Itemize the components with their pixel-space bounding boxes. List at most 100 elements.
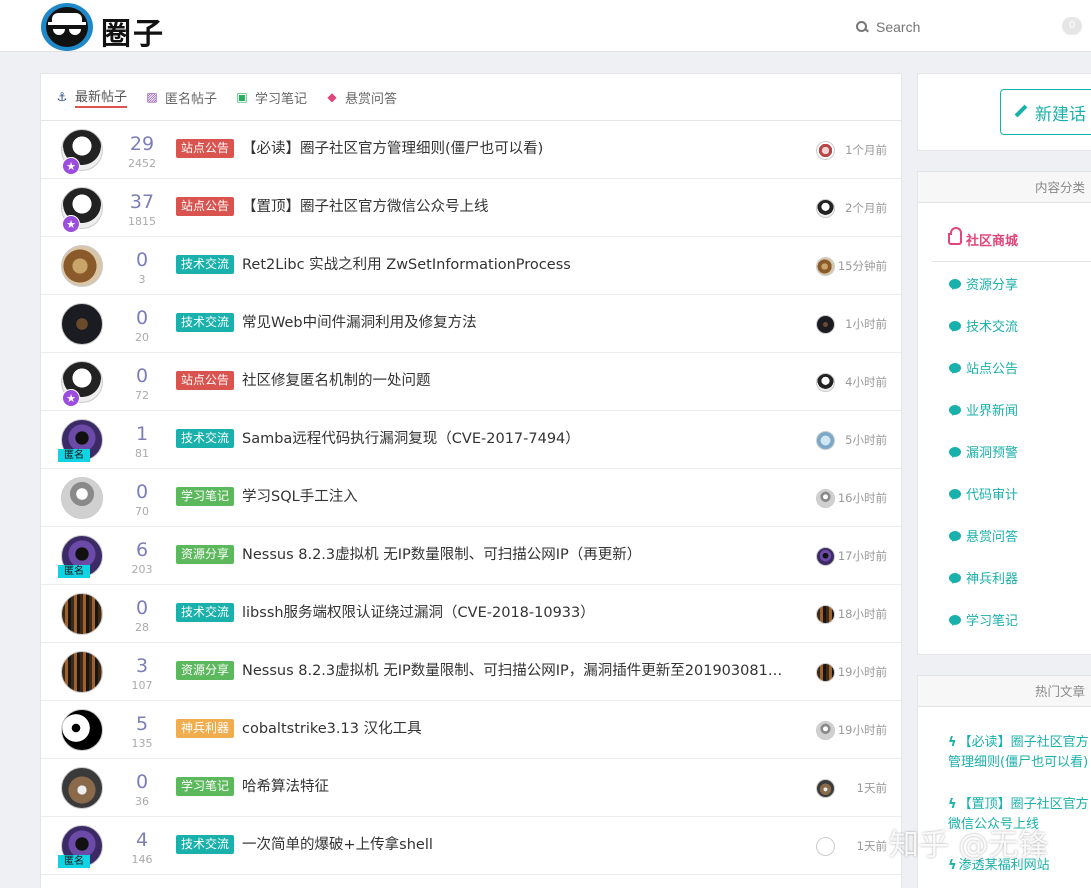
tab-bounty-qa[interactable]: ◆ 悬赏问答 bbox=[325, 86, 397, 108]
category-tag[interactable]: 站点公告 bbox=[176, 139, 235, 158]
comment-icon bbox=[949, 320, 961, 332]
post-title[interactable]: Nessus 8.2.3虚拟机 无IP数量限制、可扫描公网IP（再更新） bbox=[242, 545, 787, 565]
avatar[interactable] bbox=[61, 767, 103, 809]
view-count: 146 bbox=[131, 853, 153, 866]
avatar[interactable] bbox=[61, 593, 103, 635]
category-tag[interactable]: 技术交流 bbox=[176, 603, 235, 622]
avatar[interactable] bbox=[61, 245, 103, 287]
table-row[interactable]: ★ 37 1815 站点公告 【置顶】圈子社区官方微信公众号上线 2个月前 bbox=[41, 179, 901, 237]
post-title[interactable]: 学习SQL手工注入 bbox=[242, 487, 787, 507]
last-reply-avatar[interactable] bbox=[816, 837, 835, 856]
top-header: 圈子 0 bbox=[0, 0, 1091, 52]
category-tag[interactable]: 站点公告 bbox=[176, 371, 235, 390]
last-reply-avatar[interactable] bbox=[816, 373, 835, 392]
last-reply-avatar[interactable] bbox=[816, 431, 835, 450]
category-item[interactable]: 悬赏问答 bbox=[949, 526, 1018, 545]
table-row[interactable]: 0 36 学习笔记 哈希算法特征 1天前 bbox=[41, 759, 901, 817]
brush-icon bbox=[1015, 105, 1029, 119]
category-tag[interactable]: 技术交流 bbox=[176, 835, 235, 854]
reply-count: 6 bbox=[135, 539, 149, 561]
comment-icon bbox=[949, 362, 961, 374]
category-tag[interactable]: 技术交流 bbox=[176, 313, 235, 332]
category-tag[interactable]: 站点公告 bbox=[176, 197, 235, 216]
category-tag[interactable]: 学习笔记 bbox=[176, 777, 235, 796]
tab-latest-posts[interactable]: ⚓ 最新帖子 bbox=[55, 86, 128, 108]
comment-icon bbox=[949, 278, 961, 290]
post-title[interactable]: 常见Web中间件漏洞利用及修复方法 bbox=[242, 313, 787, 333]
reply-count: 0 bbox=[135, 307, 149, 329]
tab-study-notes[interactable]: ▣ 学习笔记 bbox=[235, 86, 307, 108]
view-count: 81 bbox=[135, 447, 149, 460]
post-title[interactable]: 社区修复匿名机制的一处问题 bbox=[242, 371, 787, 391]
table-row[interactable]: 匿名 1 81 技术交流 Samba远程代码执行漏洞复现（CVE-2017-74… bbox=[41, 411, 901, 469]
avatar[interactable] bbox=[61, 477, 103, 519]
category-item[interactable]: 站点公告 bbox=[949, 358, 1018, 377]
last-reply-avatar[interactable] bbox=[816, 315, 835, 334]
table-row[interactable]: 0 3 技术交流 Ret2Libc 实战之利用 ZwSetInformation… bbox=[41, 237, 901, 295]
table-row[interactable]: 匿名 4 146 技术交流 一次简单的爆破+上传拿shell 1天前 bbox=[41, 817, 901, 875]
reply-count: 0 bbox=[135, 249, 149, 271]
post-title[interactable]: libssh服务端权限认证绕过漏洞（CVE-2018-10933） bbox=[242, 603, 787, 623]
category-item[interactable]: 代码审计 bbox=[949, 484, 1018, 503]
category-item[interactable]: 技术交流 bbox=[949, 316, 1018, 335]
notification-badge[interactable]: 0 bbox=[1062, 17, 1082, 35]
spy-hat-icon bbox=[46, 7, 88, 47]
category-item[interactable]: 学习笔记 bbox=[949, 610, 1018, 629]
post-time: 17小时前 bbox=[837, 549, 887, 563]
table-row[interactable]: 0 70 学习笔记 学习SQL手工注入 16小时前 bbox=[41, 469, 901, 527]
category-tag[interactable]: 技术交流 bbox=[176, 429, 235, 448]
last-reply-avatar[interactable] bbox=[816, 779, 835, 798]
site-logo[interactable] bbox=[41, 3, 93, 51]
post-title[interactable]: 哈希算法特征 bbox=[242, 777, 787, 797]
category-tag[interactable]: 资源分享 bbox=[176, 545, 235, 564]
category-item[interactable]: 漏洞预警 bbox=[949, 442, 1018, 461]
category-item[interactable]: 业界新闻 bbox=[949, 400, 1018, 419]
category-item[interactable]: 资源分享 bbox=[949, 274, 1018, 293]
last-reply-avatar[interactable] bbox=[816, 721, 835, 740]
bolt-icon: ϟ bbox=[948, 797, 957, 812]
category-panel: 内容分类 社区商城 资源分享 技术交流 站点公告 业界新闻 漏洞预警 代码审计 … bbox=[917, 171, 1091, 655]
view-count: 72 bbox=[135, 389, 149, 402]
category-tag[interactable]: 资源分享 bbox=[176, 661, 235, 680]
reply-count: 0 bbox=[135, 771, 149, 793]
category-item[interactable]: 神兵利器 bbox=[949, 568, 1018, 587]
last-reply-avatar[interactable] bbox=[816, 605, 835, 624]
search-input[interactable] bbox=[876, 19, 1036, 35]
hot-article-link[interactable]: ϟ 【必读】圈子社区官方管理细则(僵尸也可以看) bbox=[948, 733, 1091, 773]
table-row[interactable]: 0 20 技术交流 常见Web中间件漏洞利用及修复方法 1小时前 bbox=[41, 295, 901, 353]
reply-count: 0 bbox=[135, 481, 149, 503]
avatar[interactable] bbox=[61, 709, 103, 751]
post-time: 4小时前 bbox=[845, 375, 887, 389]
table-row[interactable]: 匿名 6 203 资源分享 Nessus 8.2.3虚拟机 无IP数量限制、可扫… bbox=[41, 527, 901, 585]
last-reply-avatar[interactable] bbox=[816, 489, 835, 508]
view-count: 20 bbox=[135, 331, 149, 344]
search-box[interactable] bbox=[856, 17, 1036, 37]
post-title[interactable]: 【必读】圈子社区官方管理细则(僵尸也可以看) bbox=[242, 139, 787, 159]
table-row[interactable]: 5 135 神兵利器 cobaltstrike3.13 汉化工具 19小时前 bbox=[41, 701, 901, 759]
post-title[interactable]: 一次简单的爆破+上传拿shell bbox=[242, 835, 787, 855]
last-reply-avatar[interactable] bbox=[816, 547, 835, 566]
new-topic-button[interactable]: 新建话 bbox=[1000, 89, 1091, 135]
table-row[interactable]: ★ 29 2452 站点公告 【必读】圈子社区官方管理细则(僵尸也可以看) 1个… bbox=[41, 121, 901, 179]
post-title[interactable]: Samba远程代码执行漏洞复现（CVE-2017-7494） bbox=[242, 429, 787, 449]
table-row[interactable]: 0 28 技术交流 libssh服务端权限认证绕过漏洞（CVE-2018-109… bbox=[41, 585, 901, 643]
table-row[interactable]: 3 107 资源分享 Nessus 8.2.3虚拟机 无IP数量限制、可扫描公网… bbox=[41, 643, 901, 701]
post-title[interactable]: cobaltstrike3.13 汉化工具 bbox=[242, 719, 787, 739]
avatar[interactable] bbox=[61, 303, 103, 345]
last-reply-avatar[interactable] bbox=[816, 199, 835, 218]
avatar[interactable] bbox=[61, 651, 103, 693]
post-title[interactable]: Ret2Libc 实战之利用 ZwSetInformationProcess bbox=[242, 255, 787, 275]
last-reply-avatar[interactable] bbox=[816, 141, 835, 160]
category-tag[interactable]: 技术交流 bbox=[176, 255, 235, 274]
table-row[interactable]: ★ 0 72 站点公告 社区修复匿名机制的一处问题 4小时前 bbox=[41, 353, 901, 411]
community-shop-link[interactable]: 社区商城 bbox=[932, 227, 1091, 262]
site-name[interactable]: 圈子 bbox=[101, 9, 165, 53]
post-title[interactable]: Nessus 8.2.3虚拟机 无IP数量限制、可扫描公网IP，漏洞插件更新至2… bbox=[242, 661, 787, 681]
tab-anonymous-posts[interactable]: ▨ 匿名帖子 bbox=[145, 86, 217, 108]
category-tag[interactable]: 学习笔记 bbox=[176, 487, 235, 506]
category-tag[interactable]: 神兵利器 bbox=[176, 719, 235, 738]
reply-count: 5 bbox=[135, 713, 149, 735]
last-reply-avatar[interactable] bbox=[816, 257, 835, 276]
post-title[interactable]: 【置顶】圈子社区官方微信公众号上线 bbox=[242, 197, 787, 217]
last-reply-avatar[interactable] bbox=[816, 663, 835, 682]
